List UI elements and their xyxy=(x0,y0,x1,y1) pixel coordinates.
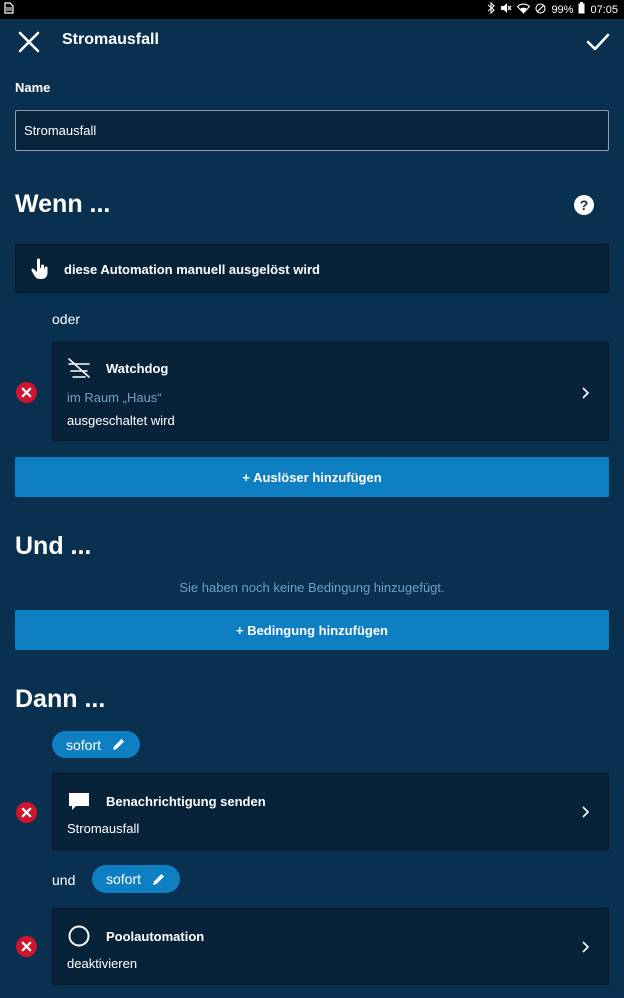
chevron-right-icon xyxy=(582,387,590,399)
manual-trigger-text: diese Automation manuell ausgelöst wird xyxy=(64,262,320,277)
dnd-icon xyxy=(535,2,546,17)
page-title: Stromausfall xyxy=(62,31,159,48)
timing-pill-2[interactable]: sofort xyxy=(92,865,181,893)
help-icon: ? xyxy=(574,195,594,215)
hand-pointer-icon xyxy=(31,258,48,279)
name-input[interactable] xyxy=(15,110,609,151)
remove-action-button-2[interactable] xyxy=(16,936,37,957)
close-button[interactable] xyxy=(16,29,42,55)
no-conditions-text: Sie haben noch keine Bedingung hinzugefü… xyxy=(179,580,445,595)
watchdog-trigger-card[interactable]: Watchdog im Raum „Haus“ ausgeschaltet wi… xyxy=(52,342,609,441)
and-section-title: Und ... xyxy=(15,532,92,560)
status-bar: 99% 07:05 xyxy=(0,0,624,19)
svg-text:?: ? xyxy=(580,197,589,213)
check-icon xyxy=(586,33,610,51)
add-condition-button[interactable]: + Bedingung hinzufügen xyxy=(15,610,609,650)
message-icon xyxy=(69,793,89,810)
watchdog-icon xyxy=(68,358,90,378)
timing-label: sofort xyxy=(66,736,102,753)
battery-icon xyxy=(578,2,585,17)
action-title-1: Benachrichtigung senden xyxy=(106,794,266,809)
close-icon xyxy=(18,31,40,53)
trigger-room: im Raum „Haus“ xyxy=(67,390,162,405)
clock: 07:05 xyxy=(590,3,618,16)
timing-label: sofort xyxy=(106,871,142,887)
notification-action-card[interactable]: Benachrichtigung senden Stromausfall xyxy=(52,773,609,850)
pencil-icon xyxy=(113,739,125,750)
then-section-title: Dann ... xyxy=(15,685,106,713)
remove-icon xyxy=(16,382,37,403)
trigger-state: ausgeschaltet wird xyxy=(67,413,175,428)
or-connector: oder xyxy=(52,311,81,327)
pool-action-card[interactable]: Poolautomation deaktivieren xyxy=(52,908,609,985)
and-connector: und xyxy=(52,872,76,888)
circle-icon xyxy=(68,925,90,947)
sim-icon xyxy=(4,2,14,17)
app-bar: Stromausfall xyxy=(0,19,624,63)
timing-pill-1[interactable]: sofort xyxy=(52,731,141,758)
remove-icon xyxy=(16,936,37,957)
save-button[interactable] xyxy=(585,29,611,55)
name-label: Name xyxy=(15,80,51,95)
pencil-icon xyxy=(153,873,165,885)
remove-icon xyxy=(16,802,37,823)
chevron-right-icon xyxy=(582,941,590,953)
wifi-icon xyxy=(517,2,531,17)
help-button[interactable]: ? xyxy=(574,195,594,215)
mute-icon xyxy=(500,2,512,17)
remove-action-button-1[interactable] xyxy=(16,802,37,823)
chevron-right-icon xyxy=(582,806,590,818)
battery-level: 99% xyxy=(551,3,574,16)
trigger-title: Watchdog xyxy=(106,361,169,376)
action-sub-2: deaktivieren xyxy=(67,956,138,971)
add-trigger-button[interactable]: + Auslöser hinzufügen xyxy=(15,457,609,497)
manual-trigger-card[interactable]: diese Automation manuell ausgelöst wird xyxy=(15,244,609,293)
when-section-title: Wenn ... xyxy=(15,190,111,218)
remove-trigger-button[interactable] xyxy=(16,382,37,403)
action-sub-1: Stromausfall xyxy=(67,821,140,836)
bluetooth-icon xyxy=(487,1,496,17)
action-title-2: Poolautomation xyxy=(106,929,205,944)
